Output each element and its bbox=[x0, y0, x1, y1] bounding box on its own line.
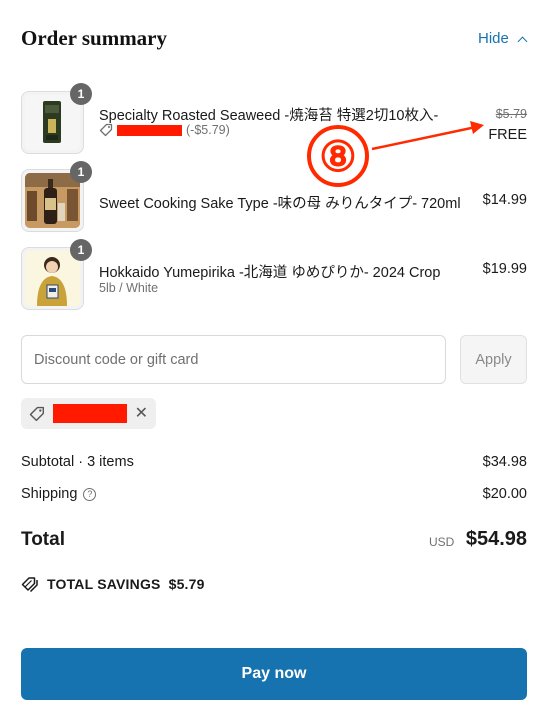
shipping-value: $20.00 bbox=[482, 486, 527, 502]
quantity-badge: 1 bbox=[70, 239, 92, 261]
chevron-up-icon bbox=[517, 36, 528, 46]
savings-tag-icon bbox=[21, 577, 38, 592]
item-price: $19.99 bbox=[482, 261, 527, 277]
rice-bag-image bbox=[25, 251, 80, 306]
seaweed-package-image bbox=[43, 101, 61, 143]
total-label: Total bbox=[21, 529, 65, 550]
savings-label: TOTAL SAVINGS bbox=[47, 576, 161, 592]
annotation-arrow bbox=[371, 121, 484, 151]
pay-now-button[interactable]: Pay now bbox=[21, 648, 527, 700]
shipping-row: Shipping ? bbox=[21, 486, 97, 502]
total-value: $54.98 bbox=[465, 528, 527, 550]
shipping-label: Shipping bbox=[21, 486, 78, 502]
sake-bottle-image bbox=[25, 173, 80, 228]
product-thumbnail-sake: 1 bbox=[21, 161, 92, 232]
subtotal-label: Subtotal · 3 items bbox=[21, 454, 134, 470]
help-icon[interactable]: ? bbox=[83, 487, 97, 501]
currency-label: USD bbox=[429, 535, 455, 549]
product-thumbnail-seaweed: 1 bbox=[21, 83, 92, 154]
annotation-circle-8: ⑧ bbox=[307, 125, 369, 187]
discount-code-input[interactable] bbox=[21, 335, 446, 384]
quantity-badge: 1 bbox=[70, 83, 92, 105]
redacted-discount-code bbox=[117, 124, 182, 136]
quantity-badge: 1 bbox=[70, 161, 92, 183]
product-name: Hokkaido Yumepirika -北海道 ゆめぴりか- 2024 Cro… bbox=[99, 265, 441, 281]
redacted-discount-code bbox=[52, 404, 127, 423]
total-savings-row: TOTAL SAVINGS $5.79 bbox=[21, 576, 205, 592]
tag-icon bbox=[29, 406, 44, 421]
product-name: Sweet Cooking Sake Type -味の母 みりんタイプ- 720… bbox=[99, 196, 461, 212]
item-discount-amount: (-$5.79) bbox=[186, 123, 230, 137]
product-variant: 5lb / White bbox=[99, 281, 159, 295]
remove-discount-icon[interactable]: ✕ bbox=[135, 405, 148, 422]
product-thumbnail-rice: 1 bbox=[21, 239, 92, 310]
annotation-number: ⑧ bbox=[319, 133, 357, 180]
item-discount-row: (-$5.79) bbox=[99, 123, 230, 137]
savings-value: $5.79 bbox=[168, 576, 205, 592]
hide-label: Hide bbox=[478, 30, 509, 47]
apply-button[interactable]: Apply bbox=[460, 335, 527, 384]
page-title: Order summary bbox=[21, 26, 168, 50]
hide-summary-toggle[interactable]: Hide bbox=[478, 30, 528, 47]
subtotal-value: $34.98 bbox=[482, 454, 527, 470]
item-price: $14.99 bbox=[482, 192, 527, 208]
applied-discount-chip: ✕ bbox=[21, 398, 156, 429]
tag-icon bbox=[99, 123, 113, 137]
